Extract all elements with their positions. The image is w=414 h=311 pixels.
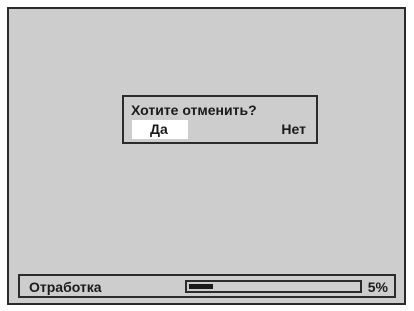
no-button[interactable]: Нет [256, 120, 306, 139]
status-bar: Отработка 5% [18, 274, 396, 298]
yes-button[interactable]: Да [132, 120, 188, 139]
progress-bar [185, 280, 362, 293]
osd-screen: Хотите отменить? Да Нет [7, 7, 406, 305]
dialog-title: Хотите отменить? [131, 102, 257, 118]
progress-percent: 5% [367, 279, 388, 295]
cancel-confirm-dialog: Хотите отменить? Да Нет [122, 95, 318, 144]
progress-fill [189, 284, 213, 289]
status-label: Отработка [29, 279, 102, 295]
